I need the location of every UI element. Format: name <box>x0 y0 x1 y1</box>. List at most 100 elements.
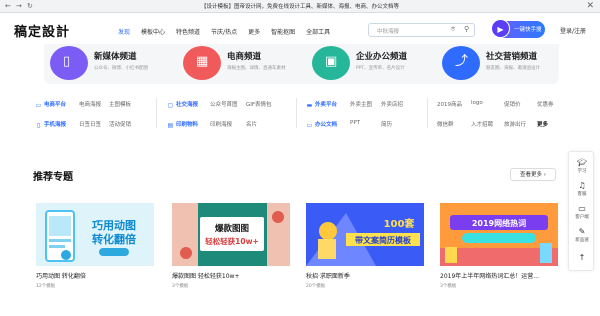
see-more-button[interactable]: 查看更多 › <box>510 168 556 181</box>
channel-ecommerce[interactable]: ▦ 电商频道 海报主图、详情、直通车素材 <box>183 44 293 84</box>
topic-count: 12个模板 <box>36 284 56 289</box>
topic-title: 爆款图图 轻松轻获10w+ <box>172 273 240 280</box>
category-link[interactable]: 优惠券 <box>537 100 554 108</box>
phone-icon: ▯ <box>63 54 71 69</box>
social-icon: ▢ <box>167 102 174 109</box>
category-link[interactable]: 促销价 <box>504 100 521 108</box>
category-link[interactable]: 名片 <box>246 120 257 128</box>
channel-strip: ▯ 新媒体频道 公众号、微博、小红书配图 ▦ 电商频道 海报主图、详情、直通车素… <box>44 44 559 84</box>
svg-text:爆款图图: 爆款图图 <box>215 223 249 234</box>
nav-item-festival[interactable]: 节庆/热点 <box>211 27 237 36</box>
nav-item-template-center[interactable]: 模板中心 <box>141 27 165 36</box>
category-link[interactable]: 外卖主图 <box>350 100 372 108</box>
topic-thumbnail: 巧用动图 转化翻倍 <box>36 203 154 266</box>
share-icon: ⤴ <box>455 54 469 69</box>
search-box[interactable]: 中秋海报 ⌾ ⚲ <box>368 23 475 37</box>
one-click-button[interactable]: ▶ 一键快手搜 <box>491 19 545 38</box>
topic-count: 3个模板 <box>172 284 189 289</box>
sidebar-item-learn[interactable]: 🎓︎ 学习 <box>569 158 595 174</box>
topic-art: 爆款图图 轻松轻获10w+ <box>172 203 290 266</box>
mobile-icon: ▯ <box>36 122 41 129</box>
topic-count: 20个模板 <box>306 284 326 289</box>
category-link[interactable]: PPT <box>350 120 360 126</box>
sidebar-item-service[interactable]: ♫ 客服 <box>569 181 595 197</box>
nav-item-all-tools[interactable]: 全部工具 <box>306 27 330 36</box>
category-link[interactable]: 简历 <box>381 120 392 128</box>
floating-sidebar: 🎓︎ 学习 ♫ 客服 ▭ 客户端 ✎ 新品速 ↑ <box>568 151 594 271</box>
category-link[interactable]: logo <box>471 100 483 106</box>
category-more-link[interactable]: 更多 <box>537 120 548 128</box>
divider <box>156 98 157 128</box>
category-link[interactable]: 微信群 <box>437 120 454 128</box>
close-icon[interactable]: ✕ <box>586 1 594 11</box>
svg-text:巧用动图: 巧用动图 <box>92 218 136 232</box>
topic-title: 2019年上半年网络热词汇总！运营... <box>440 273 539 280</box>
channel-desc: PPT、宣传单、名片设计 <box>356 66 405 71</box>
topic-card[interactable]: 100套 带文案简历模板 秋招·求职面新季 20个模板 <box>306 203 424 296</box>
nav-item-more[interactable]: 更多 <box>248 27 260 36</box>
topic-title: 秋招·求职面新季 <box>306 273 350 280</box>
category-office-docs[interactable]: ▭ 办公文档 <box>306 120 337 129</box>
search-input[interactable]: 中秋海报 <box>377 27 399 35</box>
topic-art: 2019网络热词 <box>440 203 558 266</box>
category-link[interactable]: 2019商品 <box>437 100 462 108</box>
topic-card[interactable]: 巧用动图 转化翻倍 巧用动图 转化翻倍 12个模板 <box>36 203 154 296</box>
category-print[interactable]: ▤ 印刷物料 <box>167 120 198 129</box>
category-mobile-poster[interactable]: ▯ 手机海报 <box>35 120 66 129</box>
category-row-1: ▭ 电商平台 电商海报 主图模板 ▢ 社交海报 公众号首图 GIF表情包 ▬ 外卖平台… <box>0 100 600 114</box>
section-title: 推荐专题 <box>33 172 73 183</box>
divider <box>427 98 428 128</box>
nav-item-discover[interactable]: 发现 <box>118 27 130 36</box>
svg-text:带文案简历模板: 带文案简历模板 <box>355 235 412 245</box>
category-link[interactable]: 印刷海报 <box>210 120 232 128</box>
category-ecommerce-platform[interactable]: ▭ 电商平台 <box>35 100 66 109</box>
browser-toolbar: ← → ↻ 【设计模板】图帝设计网，免费在线设计工具、新媒体、海报、电商、办公文… <box>0 0 600 13</box>
channel-desc: 公众号、微博、小红书配图 <box>94 66 148 71</box>
category-link[interactable]: 公众号首图 <box>210 100 238 108</box>
sidebar-item-label: 学习 <box>577 169 587 174</box>
category-link[interactable]: 外卖店招 <box>381 100 403 108</box>
channel-new-media[interactable]: ▯ 新媒体频道 公众号、微博、小红书配图 <box>50 44 160 84</box>
monitor-icon: ▭ <box>306 122 313 129</box>
topic-card[interactable]: 爆款图图 轻松轻获10w+ 爆款图图 轻松轻获10w+ 3个模板 <box>172 203 290 296</box>
svg-text:2019网络热词: 2019网络热词 <box>472 218 526 228</box>
browser-title: 【设计模板】图帝设计网，免费在线设计工具、新媒体、海报、电商、办公文档等 <box>200 4 399 10</box>
category-link[interactable]: 电商海报 <box>79 100 101 108</box>
svg-text:轻松轻获10w+: 轻松轻获10w+ <box>205 236 259 246</box>
category-link[interactable]: 活动促销 <box>109 120 131 128</box>
briefcase-icon: ▣ <box>325 54 338 69</box>
category-link[interactable]: 主图模板 <box>109 100 131 108</box>
takeout-icon: ▬ <box>306 102 313 109</box>
site-logo[interactable]: 稿定設計 <box>14 21 70 40</box>
desktop-icon: ▭ <box>35 102 42 109</box>
play-icon: ▶ <box>491 19 510 38</box>
category-link[interactable]: 旅游出行 <box>504 120 526 128</box>
category-social-poster[interactable]: ▢ 社交海报 <box>167 100 198 109</box>
gift-icon: ✎ <box>578 227 586 236</box>
nav-item-smart-cutout[interactable]: 智能抠图 <box>271 27 295 36</box>
login-link[interactable]: 登录/注册 <box>560 26 586 35</box>
shop-icon: ▦ <box>196 54 209 69</box>
category-row-2: ▯ 手机海报 日签日签 活动促销 ▤ 印刷物料 印刷海报 名片 ▭ 办公文档 PPT … <box>0 120 600 134</box>
graduation-cap-icon: 🎓︎ <box>576 158 588 167</box>
camera-icon[interactable]: ⌾ <box>451 25 455 34</box>
channel-name: 企业办公频道 <box>356 52 408 62</box>
category-takeout-platform[interactable]: ▬ 外卖平台 <box>306 100 337 109</box>
channel-name: 社交营销频道 <box>486 52 538 62</box>
print-icon: ▤ <box>167 122 174 129</box>
channel-social[interactable]: ⤴ 社交营销频道 朋友圈、海报、邀请函设计 <box>442 44 557 84</box>
svg-text:转化翻倍: 转化翻倍 <box>92 232 136 246</box>
category-link[interactable]: GIF表情包 <box>246 100 272 108</box>
channel-office[interactable]: ▣ 企业办公频道 PPT、宣传单、名片设计 <box>312 44 432 84</box>
sidebar-item-client[interactable]: ▭ 客户端 <box>569 204 595 220</box>
divider <box>296 98 297 128</box>
back-to-top-icon[interactable]: ↑ <box>569 253 595 262</box>
sidebar-item-new[interactable]: ✎ 新品速 <box>569 227 595 243</box>
nav-item-featured[interactable]: 特色频道 <box>176 27 200 36</box>
category-link[interactable]: 日签日签 <box>79 120 101 128</box>
headset-icon: ♫ <box>578 181 586 190</box>
topic-card[interactable]: 2019网络热词 2019年上半年网络热词汇总！运营... 3个模板 <box>440 203 558 296</box>
channel-name: 新媒体频道 <box>94 52 137 62</box>
category-link[interactable]: 入才招聘 <box>471 120 493 128</box>
search-icon[interactable]: ⚲ <box>464 25 469 33</box>
